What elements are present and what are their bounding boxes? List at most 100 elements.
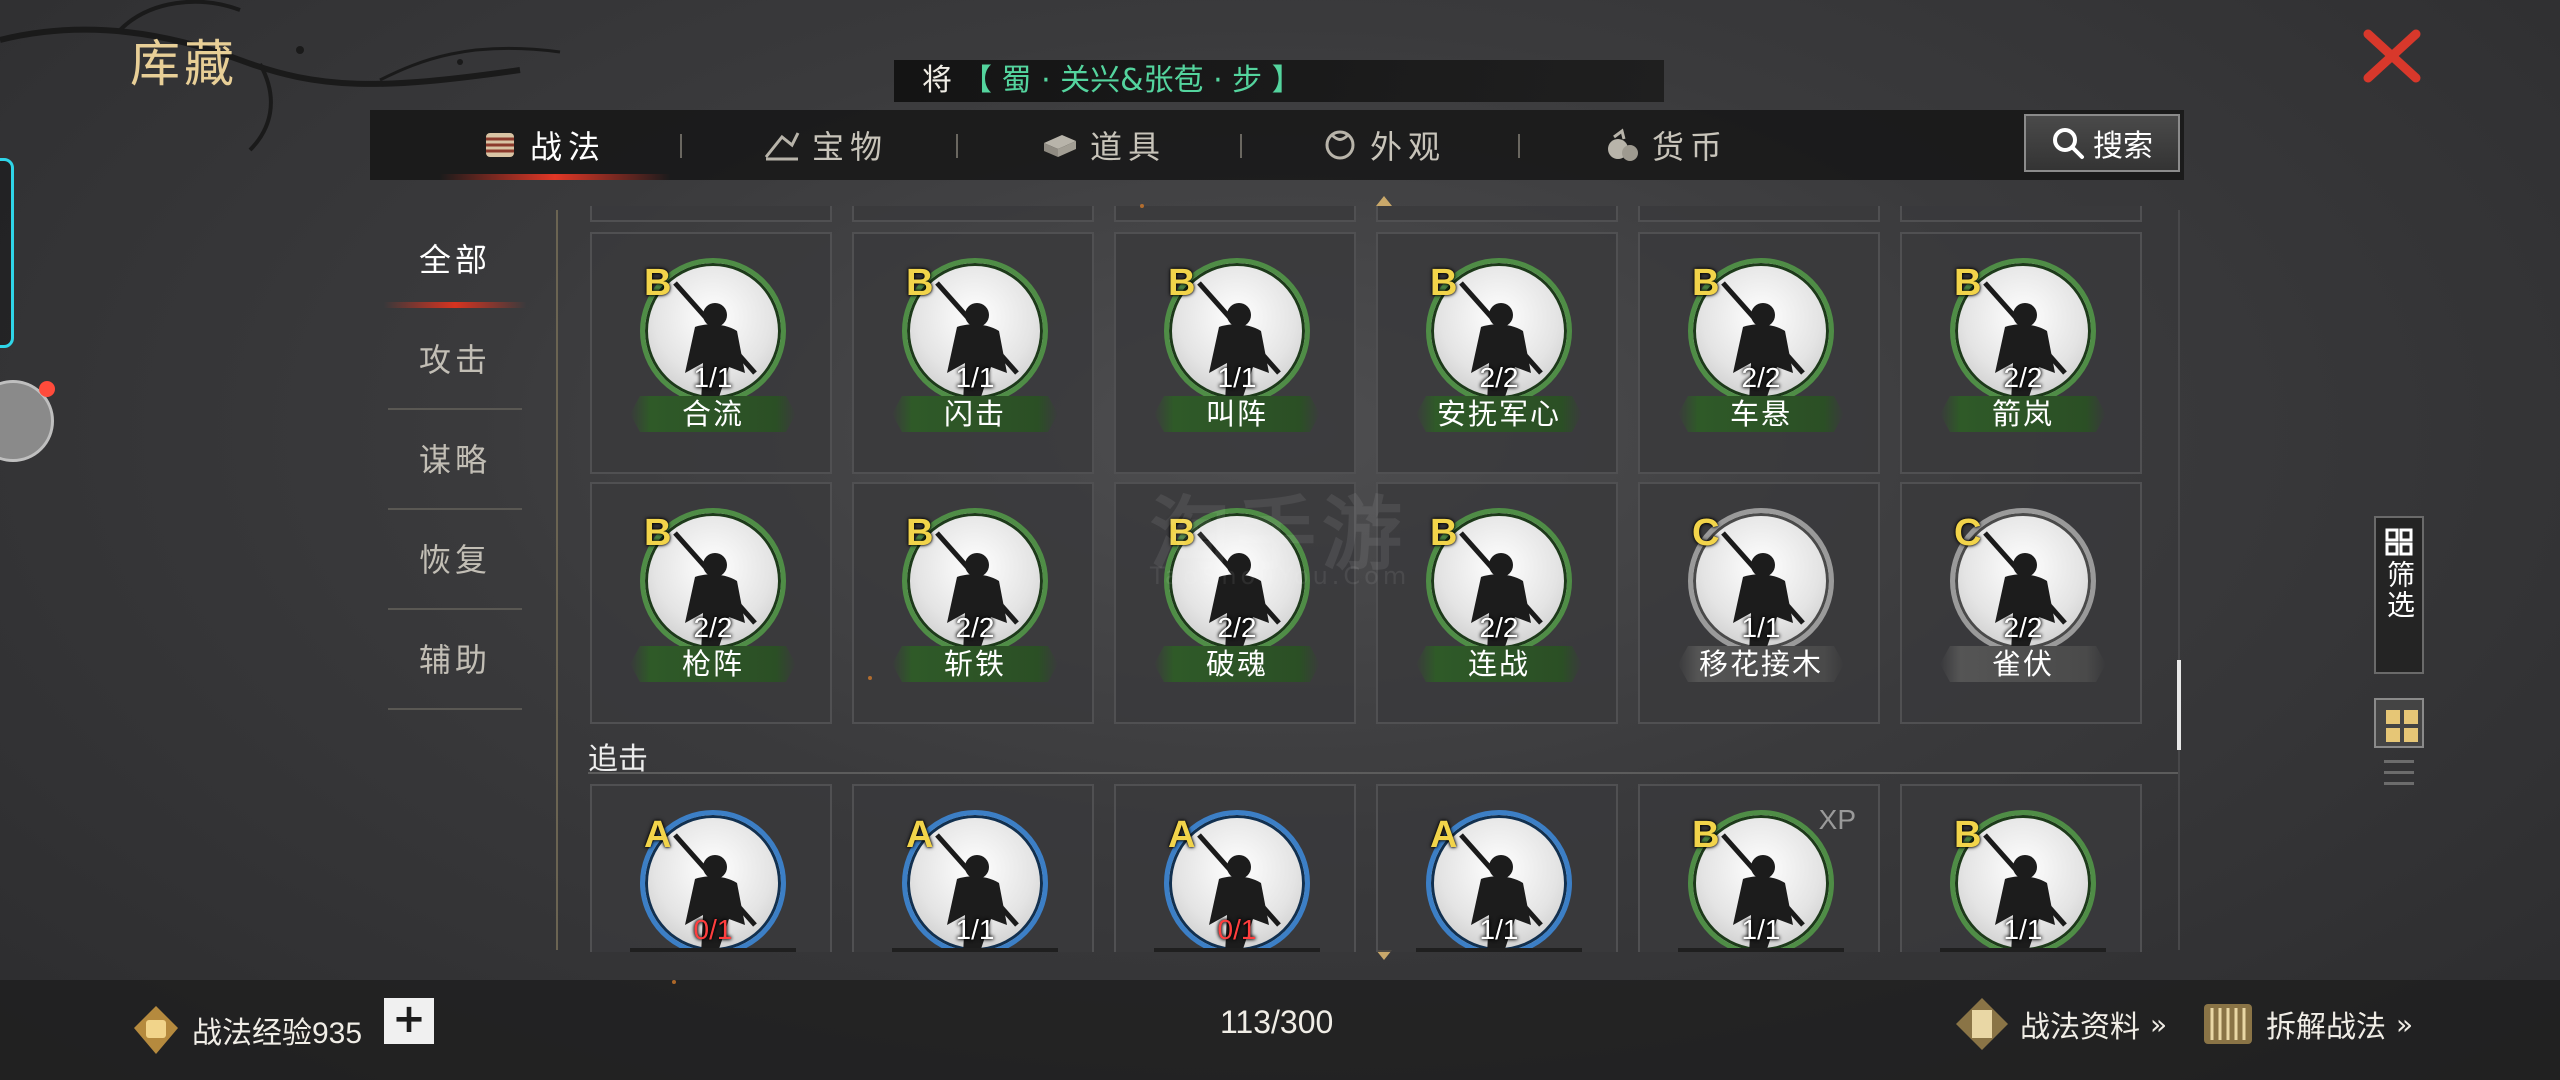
tactic-name: 叫阵 xyxy=(1154,396,1320,432)
partial-card xyxy=(1638,206,1880,222)
tactic-name: 雀伏 xyxy=(1940,646,2106,682)
ember-particle xyxy=(868,676,872,680)
tactic-card[interactable]: B 2/2 安抚军心 xyxy=(1376,232,1618,474)
tactic-grade: B xyxy=(644,512,672,554)
avatar[interactable] xyxy=(0,380,55,462)
tactic-name: 斩铁 xyxy=(892,646,1058,682)
tactic-count: 1/1 xyxy=(1217,362,1257,393)
tactics-info-button[interactable]: 战法资料 » xyxy=(1954,996,2167,1052)
tab-divider xyxy=(1240,134,1242,158)
tactic-card[interactable]: B 1/1 闪击 xyxy=(852,232,1094,474)
chevron-right-icon: » xyxy=(2150,1007,2167,1041)
tactic-count: 2/2 xyxy=(693,612,733,643)
tactic-grade: B xyxy=(1692,262,1720,304)
tab-divider xyxy=(1518,134,1520,158)
tactic-grade: B xyxy=(1692,814,1720,856)
category-attack[interactable]: 攻击 xyxy=(388,310,522,410)
tactic-count: 0/1 xyxy=(693,914,733,945)
tactic-grade: A xyxy=(906,814,934,856)
active-tab-indicator xyxy=(440,174,670,180)
tactic-card[interactable]: B 2/2 车悬 xyxy=(1638,232,1880,474)
tactic-card[interactable]: B 2/2 连战 xyxy=(1376,482,1618,724)
tactic-grade: A xyxy=(1430,814,1458,856)
list-view-button[interactable] xyxy=(2384,760,2414,794)
tactic-count: 1/1 xyxy=(693,362,733,393)
money-bag-icon xyxy=(1608,128,1638,161)
tactic-count: 2/2 xyxy=(1479,362,1519,393)
tab-tactics[interactable]: 战法 xyxy=(480,110,606,180)
tactic-count: 1/1 xyxy=(2003,914,2043,945)
tactic-card[interactable]: A 0/1 xyxy=(1114,784,1356,952)
tactic-card[interactable]: A 0/1 xyxy=(590,784,832,952)
partial-card xyxy=(1900,206,2142,222)
partial-card xyxy=(1376,206,1618,222)
tactics-exp: 战法经验935 xyxy=(130,1000,362,1060)
category-strategy[interactable]: 谋略 xyxy=(388,410,522,510)
tab-currency[interactable]: 货币 xyxy=(1602,110,1728,180)
tactic-count: 1/1 xyxy=(1741,914,1781,945)
tactic-card[interactable]: B 1/1 xyxy=(1900,784,2142,952)
tactic-card[interactable]: C 1/1 移花接木 xyxy=(1638,482,1880,724)
tactic-name-strip xyxy=(1416,948,1582,952)
tab-label: 战法 xyxy=(530,128,607,166)
grid-view-icon-cell xyxy=(2386,728,2400,742)
tactic-card[interactable]: B 2/2 斩铁 xyxy=(852,482,1094,724)
tactic-count: 2/2 xyxy=(955,612,995,643)
close-icon xyxy=(2363,29,2421,83)
grid-view-button[interactable] xyxy=(2374,698,2424,748)
grid-view-icon xyxy=(2386,710,2400,724)
general-banner: 将【 蜀 · 关兴&张苞 · 步 】 xyxy=(894,60,1664,102)
tab-treasure[interactable]: 宝物 xyxy=(762,110,888,180)
tactic-card[interactable]: A 1/1 xyxy=(1376,784,1618,952)
scrollbar-track[interactable] xyxy=(2178,210,2180,950)
scrollbar-thumb[interactable] xyxy=(2177,660,2181,750)
tactic-name-strip xyxy=(892,948,1058,952)
dismantle-scroll-icon xyxy=(2204,1004,2252,1044)
tactic-card[interactable]: A 1/1 xyxy=(852,784,1094,952)
add-exp-button[interactable]: + xyxy=(384,998,434,1044)
tactic-count: 2/2 xyxy=(1479,612,1519,643)
dismantle-tactics-button[interactable]: 拆解战法 » xyxy=(2200,996,2413,1052)
general-prefix: 将 xyxy=(922,63,952,98)
tactic-name: 车悬 xyxy=(1678,396,1844,432)
tactic-card[interactable]: B XP 1/1 xyxy=(1638,784,1880,952)
tactic-count: 1/1 xyxy=(1741,612,1781,643)
category-recovery[interactable]: 恢复 xyxy=(388,510,522,610)
book-icon xyxy=(1956,998,2008,1050)
tactic-name: 移花接木 xyxy=(1678,646,1844,682)
tactic-name: 连战 xyxy=(1416,646,1582,682)
tactic-count: 2/2 xyxy=(1217,612,1257,643)
tactic-count: 1/1 xyxy=(955,362,995,393)
tactic-count: 2/2 xyxy=(2003,362,2043,393)
tab-label: 货币 xyxy=(1652,128,1729,166)
tactic-card[interactable]: B 1/1 叫阵 xyxy=(1114,232,1356,474)
tactic-count: 0/1 xyxy=(1217,914,1257,945)
tab-appearance[interactable]: 外观 xyxy=(1320,110,1446,180)
tab-items[interactable]: 道具 xyxy=(1040,110,1166,180)
tactic-name: 枪阵 xyxy=(630,646,796,682)
tactic-card[interactable]: C 2/2 雀伏 xyxy=(1900,482,2142,724)
partial-card xyxy=(1114,206,1356,222)
filter-label: 筛选 xyxy=(2383,560,2416,620)
side-panel-edge[interactable] xyxy=(0,158,14,348)
tab-bar: 战法 宝物 道具 外观 货币 搜索 xyxy=(370,110,2184,180)
tactic-name-strip xyxy=(630,948,796,952)
search-icon xyxy=(2053,128,2084,159)
search-button[interactable]: 搜索 xyxy=(2024,114,2180,172)
category-support[interactable]: 辅助 xyxy=(388,610,522,710)
list-view-icon-line xyxy=(2384,782,2414,785)
close-button[interactable] xyxy=(2360,26,2424,86)
tactic-card[interactable]: B 1/1 合流 xyxy=(590,232,832,474)
tab-label: 外观 xyxy=(1370,128,1447,166)
tactic-card[interactable]: B 2/2 枪阵 xyxy=(590,482,832,724)
tactic-card[interactable]: B 2/2 箭岚 xyxy=(1900,232,2142,474)
grid-view-icon-cell xyxy=(2404,728,2418,742)
category-all[interactable]: 全部 xyxy=(388,210,522,310)
partial-card xyxy=(852,206,1094,222)
tactic-grade: B xyxy=(644,262,672,304)
list-view-icon xyxy=(2384,760,2414,763)
filter-button[interactable]: 筛选 xyxy=(2374,516,2424,674)
list-view-icon-line xyxy=(2384,771,2414,774)
tactic-count: 1/1 xyxy=(955,914,995,945)
tactic-grade: B xyxy=(906,262,934,304)
